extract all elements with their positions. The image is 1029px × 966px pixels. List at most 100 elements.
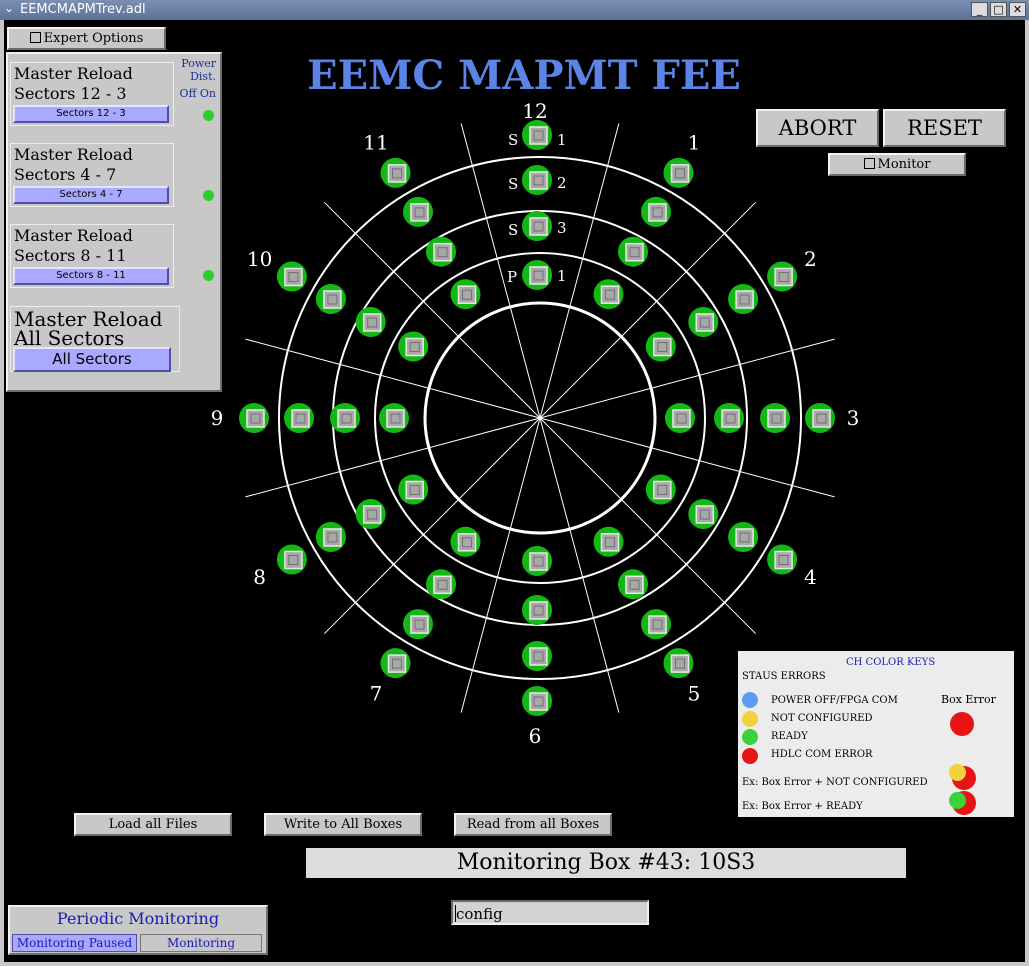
box-indicator[interactable]: [403, 196, 433, 227]
master-reload-group-all: Master Reload All Sectors All Sectors: [10, 306, 180, 372]
key-dot-power-off: [742, 692, 758, 708]
box-indicator[interactable]: [688, 499, 719, 529]
box-indicator[interactable]: [665, 403, 695, 433]
master-reload-panel: Master Reload Sectors 12 - 3 Sectors 12 -…: [6, 52, 222, 392]
box-indicator[interactable]: [380, 157, 411, 188]
box-button-icon: [767, 409, 786, 428]
all-sectors-button[interactable]: All Sectors: [13, 347, 171, 372]
key-dot-hdlc-error: [742, 748, 758, 764]
box-indicator[interactable]: [398, 331, 429, 362]
monitoring-button[interactable]: Monitoring: [140, 934, 262, 952]
master-reload-group-12-3: Master Reload Sectors 12 - 3 Sectors 12 -…: [10, 62, 174, 126]
minimize-button[interactable]: _: [971, 2, 988, 17]
box-indicator[interactable]: [663, 648, 694, 679]
box-indicator[interactable]: [239, 403, 269, 433]
box-button-icon: [457, 285, 477, 304]
box-indicator[interactable]: [522, 260, 552, 290]
close-button[interactable]: ✕: [1009, 2, 1026, 17]
box-indicator[interactable]: [284, 403, 314, 433]
master-reload-title: Master Reload Sectors 12 - 3: [14, 64, 133, 103]
box-indicator[interactable]: [645, 474, 676, 505]
box-indicator[interactable]: [522, 546, 552, 576]
box-indicator[interactable]: [728, 284, 759, 314]
box-indicator[interactable]: [380, 648, 411, 679]
box-indicator[interactable]: [618, 569, 648, 600]
box-indicator[interactable]: [522, 686, 552, 716]
key-label-ready: READY: [771, 731, 808, 742]
monitoring-paused-button[interactable]: Monitoring Paused: [12, 934, 137, 952]
key-dot-not-configured: [742, 711, 758, 727]
box-indicator[interactable]: [450, 279, 481, 310]
box-button-icon: [529, 217, 548, 236]
box-indicator[interactable]: [426, 236, 456, 267]
box-indicator[interactable]: [645, 331, 676, 362]
key-label-power-off: POWER OFF/FPGA COM: [771, 695, 898, 706]
box-indicator[interactable]: [398, 474, 429, 505]
box-button-icon: [529, 126, 548, 145]
box-button-icon: [410, 203, 429, 222]
master-reload-title: Master Reload Sectors 8 - 11: [14, 226, 133, 265]
maximize-button[interactable]: □: [990, 2, 1007, 17]
box-indicator[interactable]: [618, 236, 648, 267]
read-from-all-boxes-button[interactable]: Read from all Boxes: [454, 813, 612, 836]
master-reload-title: Master Reload Sectors 4 - 7: [14, 145, 133, 184]
expert-options-label: Expert Options: [43, 31, 144, 46]
sectors-4-7-button[interactable]: Sectors 4 - 7: [13, 186, 169, 204]
write-to-all-boxes-button[interactable]: Write to All Boxes: [264, 813, 422, 836]
power-indicator-8-11: [203, 270, 214, 281]
box-indicator[interactable]: [522, 641, 552, 671]
box-button-icon: [457, 533, 477, 552]
box-button-icon: [774, 267, 793, 287]
box-button-icon: [529, 647, 548, 666]
box-indicator[interactable]: [522, 120, 552, 150]
expert-options-button[interactable]: Expert Options: [7, 27, 166, 50]
box-indicator[interactable]: [641, 196, 671, 227]
reset-button[interactable]: RESET: [883, 109, 1006, 147]
box-indicator[interactable]: [663, 157, 694, 188]
box-indicator[interactable]: [276, 544, 307, 575]
box-button-icon: [529, 552, 548, 571]
box-indicator[interactable]: [522, 211, 552, 241]
box-button-icon: [323, 290, 342, 309]
box-indicator[interactable]: [522, 595, 552, 625]
example2-status-dot: [949, 792, 966, 809]
box-indicator[interactable]: [426, 569, 456, 600]
box-indicator[interactable]: [355, 499, 386, 529]
box-indicator[interactable]: [641, 609, 671, 640]
box-error-label: Box Error: [941, 693, 996, 706]
box-indicator[interactable]: [593, 279, 624, 310]
box-button-icon: [529, 692, 548, 711]
box-indicator[interactable]: [355, 307, 386, 337]
box-indicator[interactable]: [767, 544, 798, 575]
window-menu-icon[interactable]: ⌄: [4, 1, 14, 15]
box-indicator[interactable]: [315, 284, 346, 314]
box-indicator[interactable]: [276, 261, 307, 292]
example2-label: Ex: Box Error + READY: [742, 801, 863, 812]
box-button-icon: [695, 313, 715, 332]
config-input[interactable]: config: [451, 900, 649, 925]
key-dot-ready: [742, 729, 758, 745]
box-indicator[interactable]: [330, 403, 360, 433]
box-button-icon: [625, 242, 644, 262]
box-button-icon: [362, 505, 382, 524]
box-indicator[interactable]: [760, 403, 790, 433]
box-indicator[interactable]: [593, 526, 624, 557]
box-indicator[interactable]: [315, 522, 346, 552]
monitor-button[interactable]: Monitor: [828, 153, 966, 176]
box-indicator[interactable]: [688, 307, 719, 337]
box-indicator[interactable]: [767, 261, 798, 292]
box-indicator[interactable]: [450, 526, 481, 557]
load-all-files-button[interactable]: Load all Files: [74, 813, 232, 836]
box-button-icon: [529, 171, 548, 190]
box-indicator[interactable]: [714, 403, 744, 433]
box-indicator[interactable]: [728, 522, 759, 552]
box-indicator[interactable]: [522, 165, 552, 195]
box-indicator[interactable]: [403, 609, 433, 640]
periodic-monitoring-title: Periodic Monitoring: [56, 909, 220, 928]
periodic-monitoring-panel: Periodic Monitoring Monitoring Paused Mo…: [8, 905, 268, 955]
sectors-8-11-button[interactable]: Sectors 8 - 11: [13, 267, 169, 285]
sectors-12-3-button[interactable]: Sectors 12 - 3: [13, 105, 169, 123]
box-indicator[interactable]: [805, 403, 835, 433]
abort-button[interactable]: ABORT: [756, 109, 879, 147]
box-indicator[interactable]: [379, 403, 409, 433]
